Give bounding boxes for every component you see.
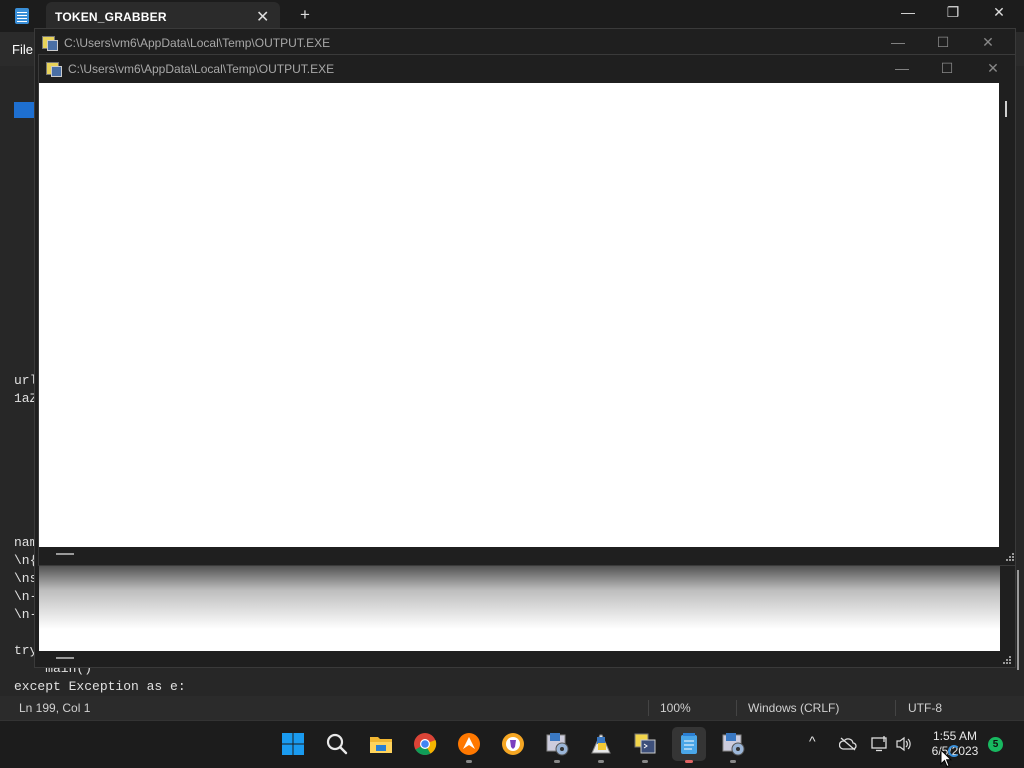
console-titlebar[interactable]: C:\Users\vm6\AppData\Local\Temp\OUTPUT.E… bbox=[39, 55, 1015, 83]
cursor-position: Ln 199, Col 1 bbox=[19, 701, 91, 715]
console-window-front[interactable]: C:\Users\vm6\AppData\Local\Temp\OUTPUT.E… bbox=[38, 54, 1016, 566]
python-idle-icon[interactable] bbox=[584, 727, 618, 761]
close-button[interactable]: ✕ bbox=[977, 34, 999, 51]
maximize-button[interactable]: ☐ bbox=[932, 34, 954, 51]
python-setup-icon[interactable] bbox=[540, 727, 574, 761]
console-hscroll[interactable] bbox=[39, 547, 999, 565]
notification-badge[interactable]: 5 bbox=[988, 737, 1003, 752]
console-hscroll[interactable] bbox=[39, 651, 1000, 667]
file-explorer-icon[interactable] bbox=[364, 727, 398, 761]
restore-button[interactable]: ❐ bbox=[941, 4, 965, 21]
scroll-thumb[interactable] bbox=[1005, 101, 1007, 117]
mouse-cursor-icon bbox=[940, 748, 953, 768]
zoom-level[interactable]: 100% bbox=[660, 701, 691, 715]
line-ending[interactable]: Windows (CRLF) bbox=[748, 701, 839, 715]
resize-grip[interactable] bbox=[1003, 656, 1011, 664]
running-indicator bbox=[685, 760, 693, 763]
close-tab-icon[interactable]: ✕ bbox=[256, 7, 269, 27]
maximize-button[interactable]: ☐ bbox=[936, 60, 958, 77]
onedrive-icon[interactable] bbox=[838, 737, 857, 754]
code-line: except Exception as e: bbox=[14, 679, 186, 694]
text-selection bbox=[14, 102, 34, 118]
notepad-app-icon bbox=[15, 8, 29, 24]
minimize-button[interactable]: — bbox=[891, 60, 913, 76]
running-indicator bbox=[554, 760, 560, 763]
running-indicator bbox=[598, 760, 604, 763]
volume-icon[interactable] bbox=[895, 736, 913, 755]
chevron-up-icon[interactable]: ^ bbox=[809, 733, 816, 749]
notepad-icon[interactable] bbox=[672, 727, 706, 761]
console-client-area bbox=[39, 564, 1000, 651]
network-icon[interactable] bbox=[871, 736, 889, 755]
close-button[interactable]: ✕ bbox=[987, 4, 1011, 21]
console-vscroll[interactable] bbox=[999, 83, 1015, 547]
clock-time: 1:55 AM bbox=[932, 729, 978, 743]
new-tab-button[interactable]: + bbox=[300, 5, 310, 25]
tab-title: TOKEN_GRABBER bbox=[55, 10, 167, 24]
console-path: C:\Users\vm6\AppData\Local\Temp\OUTPUT.E… bbox=[68, 62, 335, 76]
console-path: C:\Users\vm6\AppData\Local\Temp\OUTPUT.E… bbox=[64, 36, 331, 50]
python-setup-2-icon[interactable] bbox=[716, 727, 750, 761]
close-button[interactable]: ✕ bbox=[982, 60, 1004, 77]
menu-file[interactable]: File bbox=[12, 42, 33, 57]
scroll-thumb[interactable] bbox=[56, 657, 74, 659]
resize-grip[interactable] bbox=[1006, 553, 1014, 561]
search-icon[interactable] bbox=[320, 727, 354, 761]
console-client-area[interactable] bbox=[39, 83, 999, 547]
minimize-button[interactable]: — bbox=[896, 4, 920, 20]
editor-scrollbar[interactable] bbox=[1017, 570, 1019, 670]
python-exe-icon[interactable] bbox=[628, 727, 662, 761]
python-console-icon bbox=[46, 62, 62, 77]
brave-icon[interactable] bbox=[496, 727, 530, 761]
chrome-icon[interactable] bbox=[408, 727, 442, 761]
scroll-thumb[interactable] bbox=[56, 553, 74, 555]
encoding[interactable]: UTF-8 bbox=[908, 701, 942, 715]
avast-icon[interactable] bbox=[452, 727, 486, 761]
minimize-button[interactable]: — bbox=[887, 34, 909, 50]
running-indicator bbox=[466, 760, 472, 763]
console-titlebar[interactable]: C:\Users\vm6\AppData\Local\Temp\OUTPUT.E… bbox=[35, 29, 1015, 57]
running-indicator bbox=[730, 760, 736, 763]
windows-start-icon[interactable] bbox=[276, 727, 310, 761]
running-indicator bbox=[642, 760, 648, 763]
status-bar: Ln 199, Col 1 100% Windows (CRLF) UTF-8 bbox=[0, 696, 1024, 720]
python-console-icon bbox=[42, 36, 58, 51]
